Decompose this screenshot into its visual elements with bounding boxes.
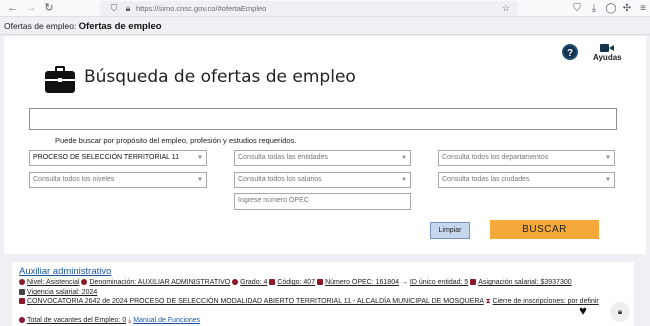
grado-text: Grado: 4	[240, 279, 268, 286]
clear-button[interactable]: Limpiar	[430, 222, 470, 239]
download-icon[interactable]: ⤓	[587, 2, 601, 15]
entidades-value: Consulta todas las entidades	[238, 154, 328, 161]
job-title-link[interactable]: Auxiliar administrativo	[19, 266, 111, 277]
salarios-select[interactable]: Consulta todos los salarios ▼	[234, 172, 411, 188]
chevron-down-icon: ▼	[197, 177, 203, 183]
search-panel: ? Ayudas Búsqueda de ofertas de empleo P…	[4, 36, 646, 254]
url-path: /#ofertaEmpleo	[215, 4, 267, 13]
breadcrumb-label: Ofertas de empleo:	[4, 21, 77, 31]
niveles-value: Consulta todos los niveles	[33, 176, 115, 183]
money-icon	[470, 279, 477, 285]
browser-toolbar: ← → ↻ ⛉ 🔒︎ https://simo.cnsc.gov.co/#ofe…	[0, 0, 650, 17]
grado-icon	[232, 279, 239, 285]
opec-icon	[317, 279, 324, 285]
codigo-text: Código: 407	[277, 279, 316, 286]
asignacion-text: Asignación salarial: $3937300	[478, 279, 572, 286]
job-result-card: Auxiliar administrativo Nivel: Asistenci…	[12, 262, 634, 326]
url-host: https://simo.cnsc.gov.co	[136, 4, 216, 13]
proceso-value: PROCESO DE SELECCIÓN TERRITORIAL 11	[33, 154, 180, 161]
shield-icon[interactable]: ⛉	[108, 2, 120, 15]
departamentos-select[interactable]: Consulta todos los departamentos ▼	[438, 150, 615, 166]
ciudades-select[interactable]: Consulta todas las ciudades ▼	[438, 172, 615, 188]
vacantes-text: Total de vacantes del Empleo: 0	[27, 317, 127, 324]
extensions-icon[interactable]: ✣	[620, 2, 634, 15]
salarios-value: Consulta todos los salarios	[238, 176, 322, 183]
id-entidad-text: ID único entidad: 5	[409, 279, 469, 286]
url-text[interactable]: https://simo.cnsc.gov.co/#ofertaEmpleo	[136, 3, 266, 14]
briefcase-icon	[45, 66, 75, 94]
job-details-line-1: Nivel: Asistencial Denominación: AUXILIA…	[19, 279, 572, 286]
denominacion-text: Denominación: AUXILIAR ADMINISTRATIVO	[89, 279, 231, 286]
vigencia-text: Vigencia salarial: 2024	[27, 289, 98, 296]
heart-icon[interactable]: ♥	[576, 304, 590, 318]
codigo-icon	[269, 279, 276, 285]
search-help-text: Puede buscar por propósito del empleo, p…	[55, 136, 297, 145]
calendar-icon	[19, 289, 25, 295]
job-details-line-4: Total de vacantes del Empleo: 0 ⤓ Manual…	[19, 317, 200, 325]
chevron-down-icon: ▼	[401, 155, 407, 161]
video-camera-icon[interactable]	[600, 43, 614, 53]
opec-input[interactable]: Ingrese número OPEC	[234, 193, 411, 210]
manual-funciones-link[interactable]: Manual de Funciones	[133, 317, 200, 324]
hourglass-icon: ⧗	[485, 298, 491, 305]
account-icon[interactable]: ◯	[604, 2, 618, 15]
keyword-search-input[interactable]	[29, 108, 617, 130]
entidades-select[interactable]: Consulta todas las entidades ▼	[234, 150, 411, 166]
job-details-line-3: CONVOCATORIA 2642 de 2024 PROCESO DE SEL…	[19, 298, 599, 306]
breadcrumb-current: Ofertas de empleo	[78, 21, 162, 32]
convocatoria-text: CONVOCATORIA 2642 de 2024 PROCESO DE SEL…	[27, 298, 484, 305]
star-icon[interactable]: ☆	[500, 2, 512, 15]
chevron-down-icon: ▼	[401, 177, 407, 183]
user-icon	[81, 279, 88, 285]
lock-icon[interactable]: 🔒︎	[610, 302, 630, 322]
proceso-select[interactable]: PROCESO DE SELECCIÓN TERRITORIAL 11 ▼	[29, 150, 207, 166]
download-arrow-icon: ⤓	[128, 317, 132, 324]
opec-placeholder: Ingrese número OPEC	[238, 197, 309, 204]
list-icon	[19, 298, 25, 304]
users-icon	[19, 317, 25, 323]
nivel-icon	[19, 279, 25, 285]
chevron-down-icon: ▼	[197, 155, 203, 161]
arrow-right-icon: →	[400, 279, 408, 286]
page-title: Búsqueda de ofertas de empleo	[84, 67, 356, 87]
departamentos-value: Consulta todos los departamentos	[442, 154, 549, 161]
breadcrumb: Ofertas de empleo: Ofertas de empleo	[0, 17, 650, 35]
url-bar[interactable]: ⛉ 🔒︎ https://simo.cnsc.gov.co/#ofertaEmp…	[100, 1, 518, 16]
job-details-line-2: Vigencia salarial: 2024	[19, 289, 97, 296]
nivel-text: Nivel: Asistencial	[27, 279, 80, 286]
reload-icon[interactable]: ↻	[42, 2, 56, 15]
ciudades-value: Consulta todas las ciudades	[442, 176, 530, 183]
chevron-down-icon: ▼	[605, 155, 611, 161]
help-question-icon[interactable]: ?	[562, 44, 578, 60]
menu-icon[interactable]: ≡	[636, 2, 650, 15]
search-button[interactable]: BUSCAR	[490, 220, 599, 239]
forward-icon[interactable]: →	[24, 2, 38, 15]
opec-text: Número OPEC: 161804	[325, 279, 399, 286]
lock-icon[interactable]: 🔒︎	[122, 2, 134, 15]
back-icon[interactable]: ←	[6, 2, 20, 15]
ayudas-label[interactable]: Ayudas	[593, 53, 622, 62]
niveles-select[interactable]: Consulta todos los niveles ▼	[29, 172, 207, 188]
pocket-icon[interactable]: ⛉	[570, 2, 584, 15]
chevron-down-icon: ▼	[605, 177, 611, 183]
